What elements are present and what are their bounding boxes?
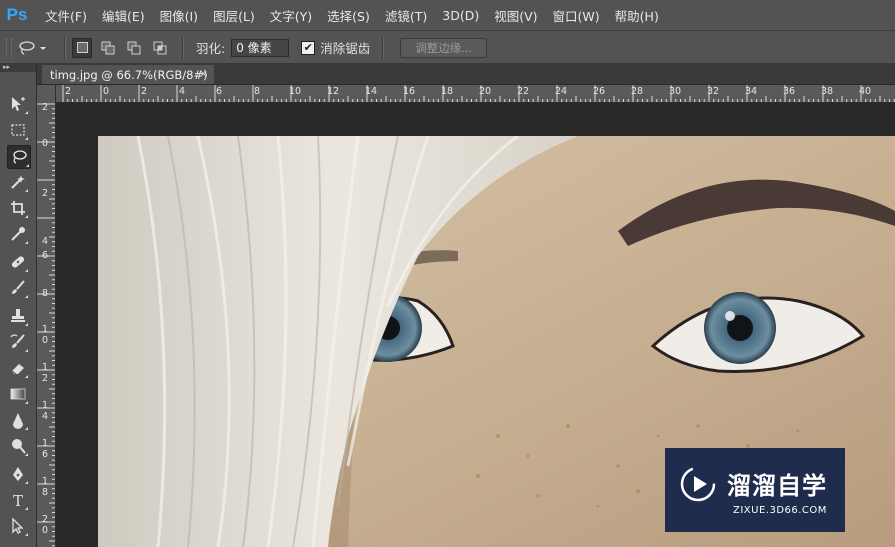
ruler-label: 34 — [745, 86, 758, 97]
ruler-label: 18 — [441, 86, 454, 97]
antialias-checkbox[interactable]: ✔ — [301, 40, 316, 55]
dodge-tool[interactable] — [7, 435, 29, 457]
eraser-tool[interactable] — [7, 357, 29, 379]
eyedropper-tool[interactable] — [7, 223, 29, 245]
add-to-selection-button[interactable] — [98, 38, 118, 58]
refine-edge-button[interactable]: 调整边缘... — [400, 37, 488, 58]
magic-wand-tool[interactable] — [7, 171, 29, 193]
crop-tool[interactable] — [7, 197, 29, 219]
ruler-label: 8 — [41, 288, 49, 299]
ruler-label: 22 — [517, 86, 530, 97]
ruler-label: 24 — [555, 86, 568, 97]
intersect-selection-icon — [153, 41, 167, 54]
ruler-label: 32 — [707, 86, 720, 97]
document-tab[interactable]: timg.jpg @ 66.7%(RGB/8#) × — [42, 65, 214, 84]
ruler-label: 36 — [783, 86, 796, 97]
ruler-label: 26 — [593, 86, 606, 97]
ruler-label: 20 — [479, 86, 492, 97]
ruler-label: 2 0 — [41, 514, 49, 536]
ruler-label: 2 — [65, 86, 72, 97]
ruler-label: 8 — [254, 86, 261, 97]
menu-bar: Ps 文件(F) 编辑(E) 图像(I) 图层(L) 文字(Y) 选择(S) 滤… — [0, 0, 895, 30]
subtract-selection-icon — [127, 41, 141, 54]
move-tool[interactable] — [7, 93, 29, 115]
menu-filter[interactable]: 滤镜(T) — [378, 6, 435, 25]
menu-edit[interactable]: 编辑(E) — [95, 6, 153, 25]
ruler-label: 12 — [327, 86, 340, 97]
ruler-label: 2 — [141, 86, 148, 97]
gradient-tool[interactable] — [7, 383, 29, 405]
ruler-label: 1 8 — [41, 476, 49, 498]
add-selection-icon — [101, 41, 115, 54]
watermark-url: ZIXUE.3D66.COM — [733, 504, 827, 516]
path-selection-tool[interactable] — [7, 515, 29, 537]
blur-tool[interactable] — [7, 409, 29, 431]
lasso-tool[interactable] — [7, 145, 31, 169]
photoshop-logo: Ps — [6, 5, 28, 24]
ruler-label: 38 — [821, 86, 834, 97]
horizontal-ruler[interactable]: 2 0 2 4 6 8 10 12 14 16 18 20 22 24 26 2… — [56, 85, 895, 103]
vertical-ruler[interactable]: 2 0 2 4 6 8 1 0 1 2 1 4 1 6 1 8 2 0 — [37, 102, 56, 547]
pen-tool[interactable] — [7, 463, 29, 485]
ruler-label: 10 — [289, 86, 302, 97]
options-grip[interactable] — [6, 37, 12, 58]
options-bar: 羽化: 0 像素 ✔ 消除锯齿 调整边缘... — [0, 30, 895, 65]
ruler-label: 6 — [216, 86, 223, 97]
menu-select[interactable]: 选择(S) — [320, 6, 378, 25]
menu-file[interactable]: 文件(F) — [38, 6, 95, 25]
ruler-label: 0 — [41, 138, 49, 149]
ruler-label: 1 6 — [41, 438, 49, 460]
separator — [64, 36, 66, 59]
separator — [382, 36, 385, 59]
brush-tool[interactable] — [7, 277, 29, 299]
menu-layer[interactable]: 图层(L) — [206, 6, 263, 25]
ruler-label: 4 — [179, 86, 186, 97]
ruler-label: 1 0 — [41, 324, 49, 346]
ruler-label: 6 — [41, 250, 49, 261]
menu-view[interactable]: 视图(V) — [487, 6, 545, 25]
ruler-label: 0 — [103, 86, 110, 97]
feather-input[interactable]: 0 像素 — [231, 38, 290, 57]
ruler-label: 40 — [859, 86, 872, 97]
tool-preset-picker[interactable] — [18, 40, 58, 56]
menu-window[interactable]: 窗口(W) — [546, 6, 608, 25]
subtract-from-selection-button[interactable] — [124, 38, 144, 58]
close-tab-icon[interactable]: × — [199, 67, 208, 80]
new-selection-button[interactable] — [72, 37, 92, 58]
separator — [182, 36, 184, 59]
feather-label: 羽化: — [196, 41, 226, 56]
ruler-label: 28 — [631, 86, 644, 97]
ruler-label: 14 — [365, 86, 378, 97]
document-tab-title: timg.jpg @ 66.7%(RGB/8#) — [50, 67, 208, 82]
watermark-badge: 溜溜自学 ZIXUE.3D66.COM — [665, 448, 845, 532]
menu-3d[interactable]: 3D(D) — [435, 8, 487, 23]
menu-help[interactable]: 帮助(H) — [608, 6, 667, 25]
ruler-label: 2 — [41, 102, 49, 113]
ruler-corner[interactable] — [37, 85, 56, 103]
ruler-label: 30 — [669, 86, 682, 97]
svg-text:T: T — [13, 492, 23, 509]
marquee-tool[interactable] — [7, 119, 29, 141]
type-tool[interactable]: T — [7, 489, 29, 511]
menu-image[interactable]: 图像(I) — [153, 6, 206, 25]
ruler-label: 4 — [41, 236, 49, 247]
healing-brush-tool[interactable] — [7, 251, 29, 273]
toolbox-collapse[interactable]: ▸▸ — [0, 63, 36, 72]
watermark-text: 溜溜自学 — [727, 472, 827, 500]
menu-type[interactable]: 文字(Y) — [263, 6, 320, 25]
clone-stamp-tool[interactable] — [7, 305, 29, 327]
antialias-label: 消除锯齿 — [320, 41, 371, 56]
document-tab-bar: timg.jpg @ 66.7%(RGB/8#) × — [37, 63, 895, 85]
ruler-label: 16 — [403, 86, 416, 97]
toolbox: ▸▸ T — [0, 63, 37, 547]
play-logo-icon — [680, 466, 716, 501]
lasso-icon — [19, 40, 46, 55]
ruler-label: 1 4 — [41, 400, 49, 422]
history-brush-tool[interactable] — [7, 331, 29, 353]
ruler-label: 1 2 — [41, 362, 49, 384]
ruler-label: 2 — [41, 188, 49, 199]
intersect-selection-button[interactable] — [150, 38, 170, 58]
